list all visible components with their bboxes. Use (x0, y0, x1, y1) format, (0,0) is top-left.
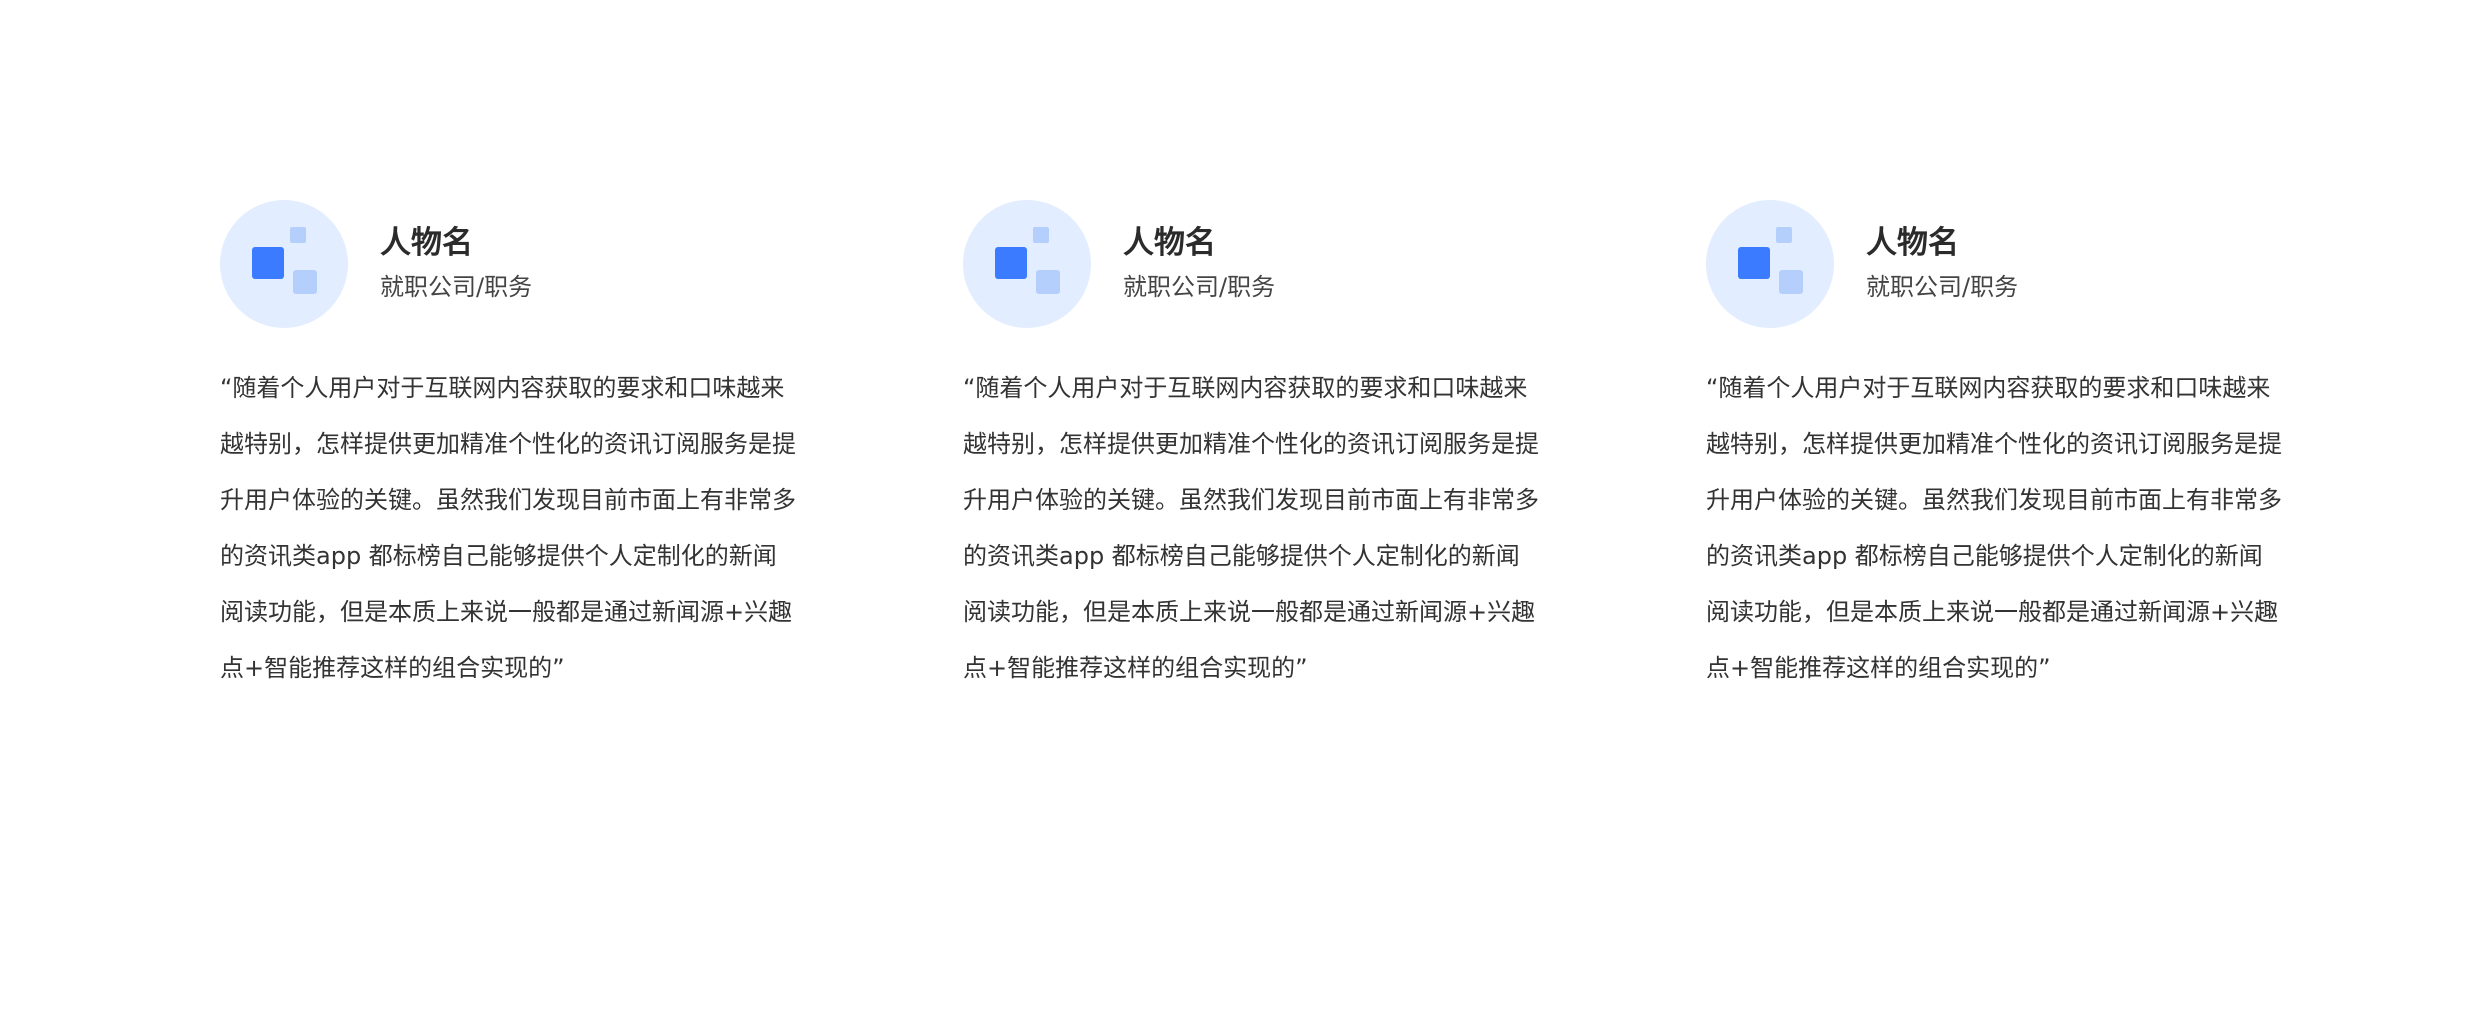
avatar-placeholder-icon (220, 200, 348, 328)
avatar-square-medium (1036, 270, 1060, 294)
avatar-square-large (995, 247, 1027, 279)
testimonial-list: 人物名 就职公司/职务 “随着个人用户对于互联网内容获取的要求和口味越来越特别，… (220, 200, 2282, 696)
person-company-title: 就职公司/职务 (380, 273, 533, 301)
person-identity: 人物名 就职公司/职务 (1866, 222, 2018, 306)
avatar-placeholder-icon (1706, 200, 1834, 328)
testimonial-card: 人物名 就职公司/职务 “随着个人用户对于互联网内容获取的要求和口味越来越特别，… (220, 200, 800, 696)
testimonial-quote: “随着个人用户对于互联网内容获取的要求和口味越来越特别，怎样提供更加精准个性化的… (1706, 374, 2282, 682)
testimonial-card: 人物名 就职公司/职务 “随着个人用户对于互联网内容获取的要求和口味越来越特别，… (1706, 200, 2286, 696)
person-identity: 人物名 就职公司/职务 (380, 222, 532, 306)
testimonial-card: 人物名 就职公司/职务 “随着个人用户对于互联网内容获取的要求和口味越来越特别，… (963, 200, 1543, 696)
card-header: 人物名 就职公司/职务 (963, 200, 1543, 328)
avatar-square-small (1776, 227, 1792, 243)
testimonial-quote: “随着个人用户对于互联网内容获取的要求和口味越来越特别，怎样提供更加精准个性化的… (220, 374, 796, 682)
person-name: 人物名 (1123, 225, 1216, 261)
person-company-title: 就职公司/职务 (1866, 273, 2019, 301)
person-name: 人物名 (1866, 225, 1959, 261)
testimonial-quote: “随着个人用户对于互联网内容获取的要求和口味越来越特别，怎样提供更加精准个性化的… (963, 374, 1539, 682)
avatar-square-small (1033, 227, 1049, 243)
avatar-square-medium (1779, 270, 1803, 294)
avatar-square-medium (293, 270, 317, 294)
person-company-title: 就职公司/职务 (1123, 273, 1276, 301)
card-header: 人物名 就职公司/职务 (220, 200, 800, 328)
avatar-square-large (1738, 247, 1770, 279)
avatar-square-small (290, 227, 306, 243)
person-name: 人物名 (380, 225, 473, 261)
avatar-square-large (252, 247, 284, 279)
avatar-placeholder-icon (963, 200, 1091, 328)
card-header: 人物名 就职公司/职务 (1706, 200, 2286, 328)
person-identity: 人物名 就职公司/职务 (1123, 222, 1275, 306)
